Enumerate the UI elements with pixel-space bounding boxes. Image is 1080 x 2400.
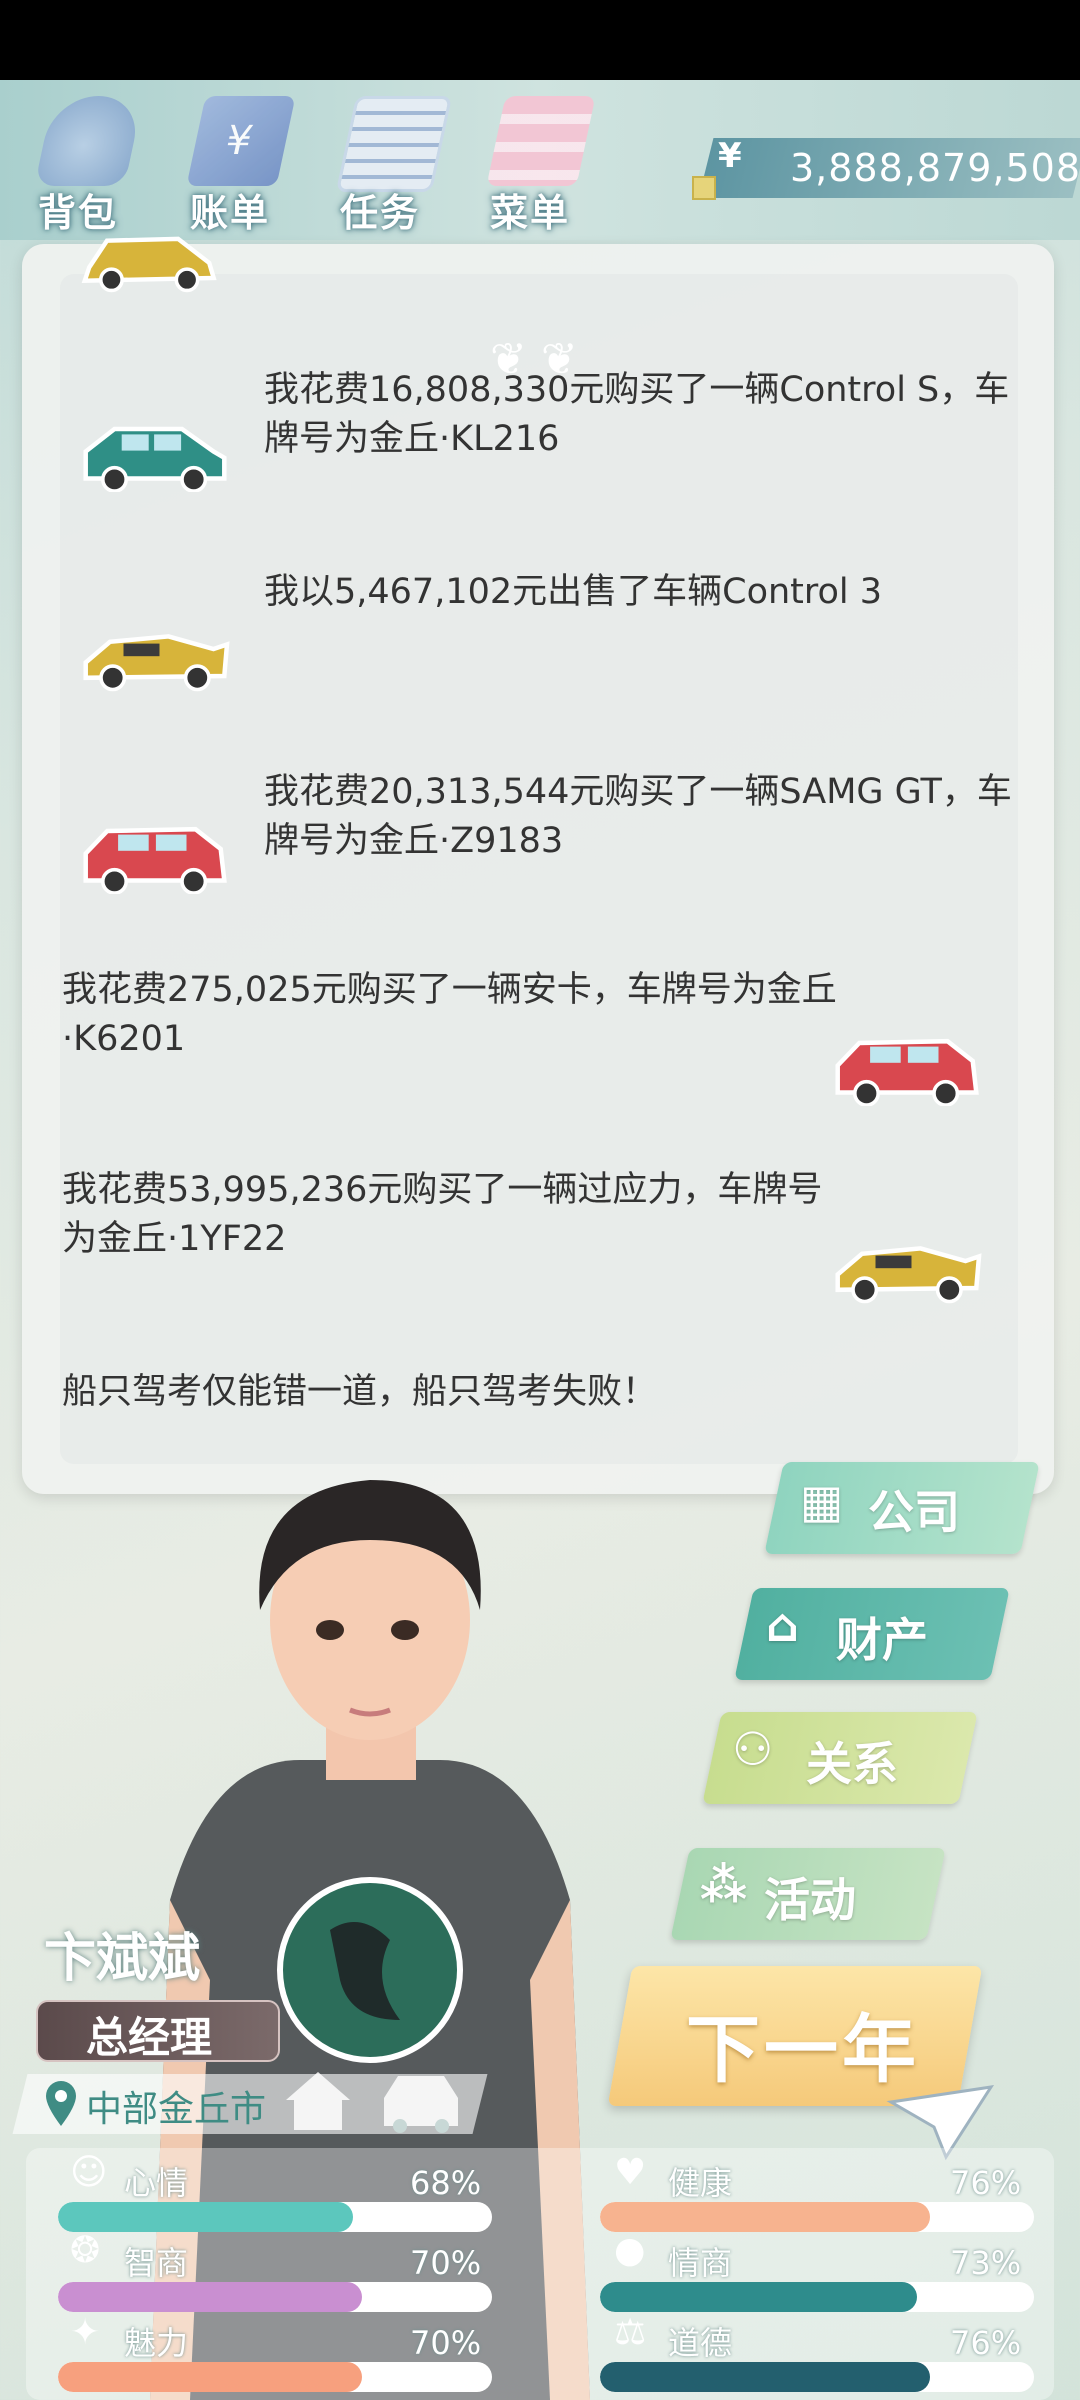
brain-icon: ❂ bbox=[70, 2230, 101, 2271]
activity-label: 活动 bbox=[764, 1873, 856, 1927]
backpack-icon bbox=[34, 96, 144, 186]
eq-bar bbox=[600, 2282, 1034, 2312]
task-button[interactable]: 任务 bbox=[326, 90, 456, 235]
event-log-panel[interactable]: ❦ ❦ 我花费16,808,330元购买了一辆Control S，车牌号为金丘·… bbox=[22, 236, 1054, 1494]
stat-value: 70% bbox=[410, 2324, 482, 2362]
car-icon bbox=[835, 1038, 979, 1106]
stat-value: 73% bbox=[950, 2244, 1022, 2282]
star-icon: ✦ bbox=[70, 2312, 101, 2353]
bill-button[interactable]: ¥ 账单 bbox=[176, 90, 306, 235]
heart-icon: ♥ bbox=[614, 2152, 647, 2193]
bill-icon: ¥ bbox=[186, 96, 296, 186]
menu-icon bbox=[486, 96, 596, 186]
log-entry: 我花费16,808,330元购买了一辆Control S，车牌号为金丘·KL21… bbox=[264, 370, 1010, 459]
stat-label: 魅力 bbox=[124, 2324, 189, 2362]
player-name: 卞斌斌 bbox=[44, 1929, 201, 1989]
health-bar bbox=[600, 2202, 1034, 2232]
stat-label: 道德 bbox=[668, 2324, 733, 2362]
charm-bar bbox=[58, 2362, 492, 2392]
task-icon bbox=[335, 96, 453, 192]
task-label: 任务 bbox=[340, 191, 421, 235]
next-year-label: 下一年 bbox=[686, 2007, 920, 2093]
car-icon bbox=[81, 236, 217, 293]
morality-bar bbox=[600, 2362, 1034, 2392]
home-icon[interactable] bbox=[282, 2068, 354, 2134]
car-icon bbox=[83, 426, 227, 492]
log-entry: 我花费53,995,236元购买了一辆过应力，车牌号为金丘·1YF22 bbox=[62, 1170, 823, 1259]
stat-value: 76% bbox=[950, 2324, 1022, 2362]
location-label: 中部金丘市 bbox=[86, 2089, 267, 2130]
menu-button[interactable]: 菜单 bbox=[476, 90, 606, 235]
location-pin-icon bbox=[46, 2081, 76, 2126]
mood-bar bbox=[58, 2202, 492, 2232]
yen-icon: ¥ bbox=[718, 136, 742, 176]
log-entry: 我花费275,025元购买了一辆安卡，车牌号为金丘·K6201 bbox=[62, 970, 837, 1059]
relation-label: 关系 bbox=[806, 1737, 898, 1791]
activity-icon: ⁂ bbox=[700, 1858, 748, 1912]
log-entry: 我以5,467,102元出售了车辆Control 3 bbox=[264, 572, 883, 612]
stat-label: 智商 bbox=[124, 2244, 189, 2282]
iq-bar bbox=[58, 2282, 492, 2312]
house-icon: ⌂ bbox=[766, 1598, 799, 1652]
player-title: 总经理 bbox=[86, 2013, 213, 2062]
money-amount: 3,888,879,508 bbox=[790, 146, 1080, 190]
people-icon: ⚇ bbox=[732, 1722, 774, 1776]
car-icon bbox=[835, 1246, 982, 1304]
stat-value: 68% bbox=[410, 2164, 482, 2202]
apple-icon: ● bbox=[614, 2230, 646, 2271]
car-icon bbox=[83, 634, 230, 692]
log-entry: 船只驾考仅能错一道，船只驾考失败！ bbox=[62, 1372, 658, 1412]
company-label: 公司 bbox=[868, 1485, 960, 1539]
company-icon: ▦ bbox=[800, 1474, 844, 1528]
backpack-button[interactable]: 背包 bbox=[24, 90, 154, 235]
stat-label: 心情 bbox=[124, 2164, 189, 2202]
menu-label: 菜单 bbox=[490, 191, 571, 235]
scale-icon: ⚖ bbox=[614, 2312, 647, 2353]
status-bar bbox=[0, 0, 1080, 80]
property-label: 财产 bbox=[836, 1613, 928, 1667]
stat-label: 健康 bbox=[668, 2164, 733, 2202]
stat-label: 情商 bbox=[668, 2244, 733, 2282]
stat-value: 70% bbox=[410, 2244, 482, 2282]
vehicle-icon[interactable] bbox=[378, 2068, 464, 2134]
car-icon bbox=[83, 826, 227, 894]
stat-value: 76% bbox=[950, 2164, 1022, 2202]
smile-icon: ☺ bbox=[70, 2152, 108, 2193]
log-entry: 我花费20,313,544元购买了一辆SAMG GT，车牌号为金丘·Z9183 bbox=[264, 772, 1012, 861]
coin-icon bbox=[692, 176, 716, 200]
